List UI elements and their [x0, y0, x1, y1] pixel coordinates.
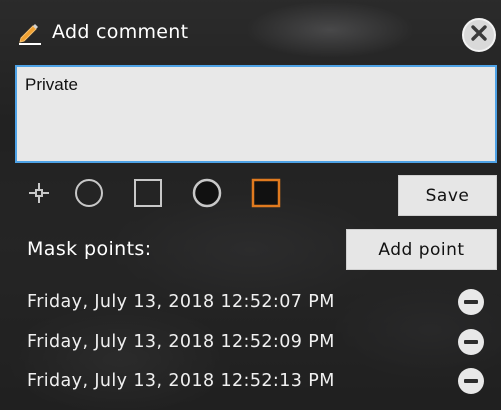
save-button[interactable]: Save	[398, 175, 497, 216]
point-timestamp: Friday, July 13, 2018 12:52:09 PM	[27, 332, 335, 352]
minus-icon	[464, 379, 478, 383]
filled-circle-tool-button[interactable]	[190, 178, 224, 212]
remove-point-button[interactable]	[458, 368, 484, 394]
add-point-button[interactable]: Add point	[346, 229, 497, 270]
square-filled-selected-icon	[250, 177, 282, 213]
rectangle-tool-button[interactable]	[131, 178, 165, 212]
close-button[interactable]	[462, 18, 496, 52]
dialog-title: Add comment	[52, 21, 189, 43]
list-item: Friday, July 13, 2018 12:52:13 PM	[27, 367, 335, 395]
close-icon	[470, 24, 488, 46]
point-timestamp: Friday, July 13, 2018 12:52:07 PM	[27, 292, 335, 312]
remove-point-button[interactable]	[458, 289, 484, 315]
circle-filled-icon	[191, 177, 223, 213]
circle-outline-icon	[73, 177, 105, 213]
list-item: Friday, July 13, 2018 12:52:07 PM	[27, 288, 335, 316]
remove-point-button[interactable]	[458, 329, 484, 355]
point-tool-button[interactable]	[26, 182, 52, 208]
circle-tool-button[interactable]	[72, 178, 106, 212]
mask-points-label: Mask points:	[27, 238, 152, 260]
filled-rectangle-tool-button[interactable]	[249, 178, 283, 212]
list-item: Friday, July 13, 2018 12:52:09 PM	[27, 328, 335, 356]
point-timestamp: Friday, July 13, 2018 12:52:13 PM	[27, 371, 335, 391]
square-outline-icon	[132, 177, 164, 213]
dialog-header: Add comment	[16, 16, 188, 48]
comment-input[interactable]: Private	[15, 65, 497, 163]
minus-icon	[464, 300, 478, 304]
minus-icon	[464, 340, 478, 344]
crosshair-icon	[27, 181, 51, 209]
pencil-icon	[16, 18, 44, 46]
